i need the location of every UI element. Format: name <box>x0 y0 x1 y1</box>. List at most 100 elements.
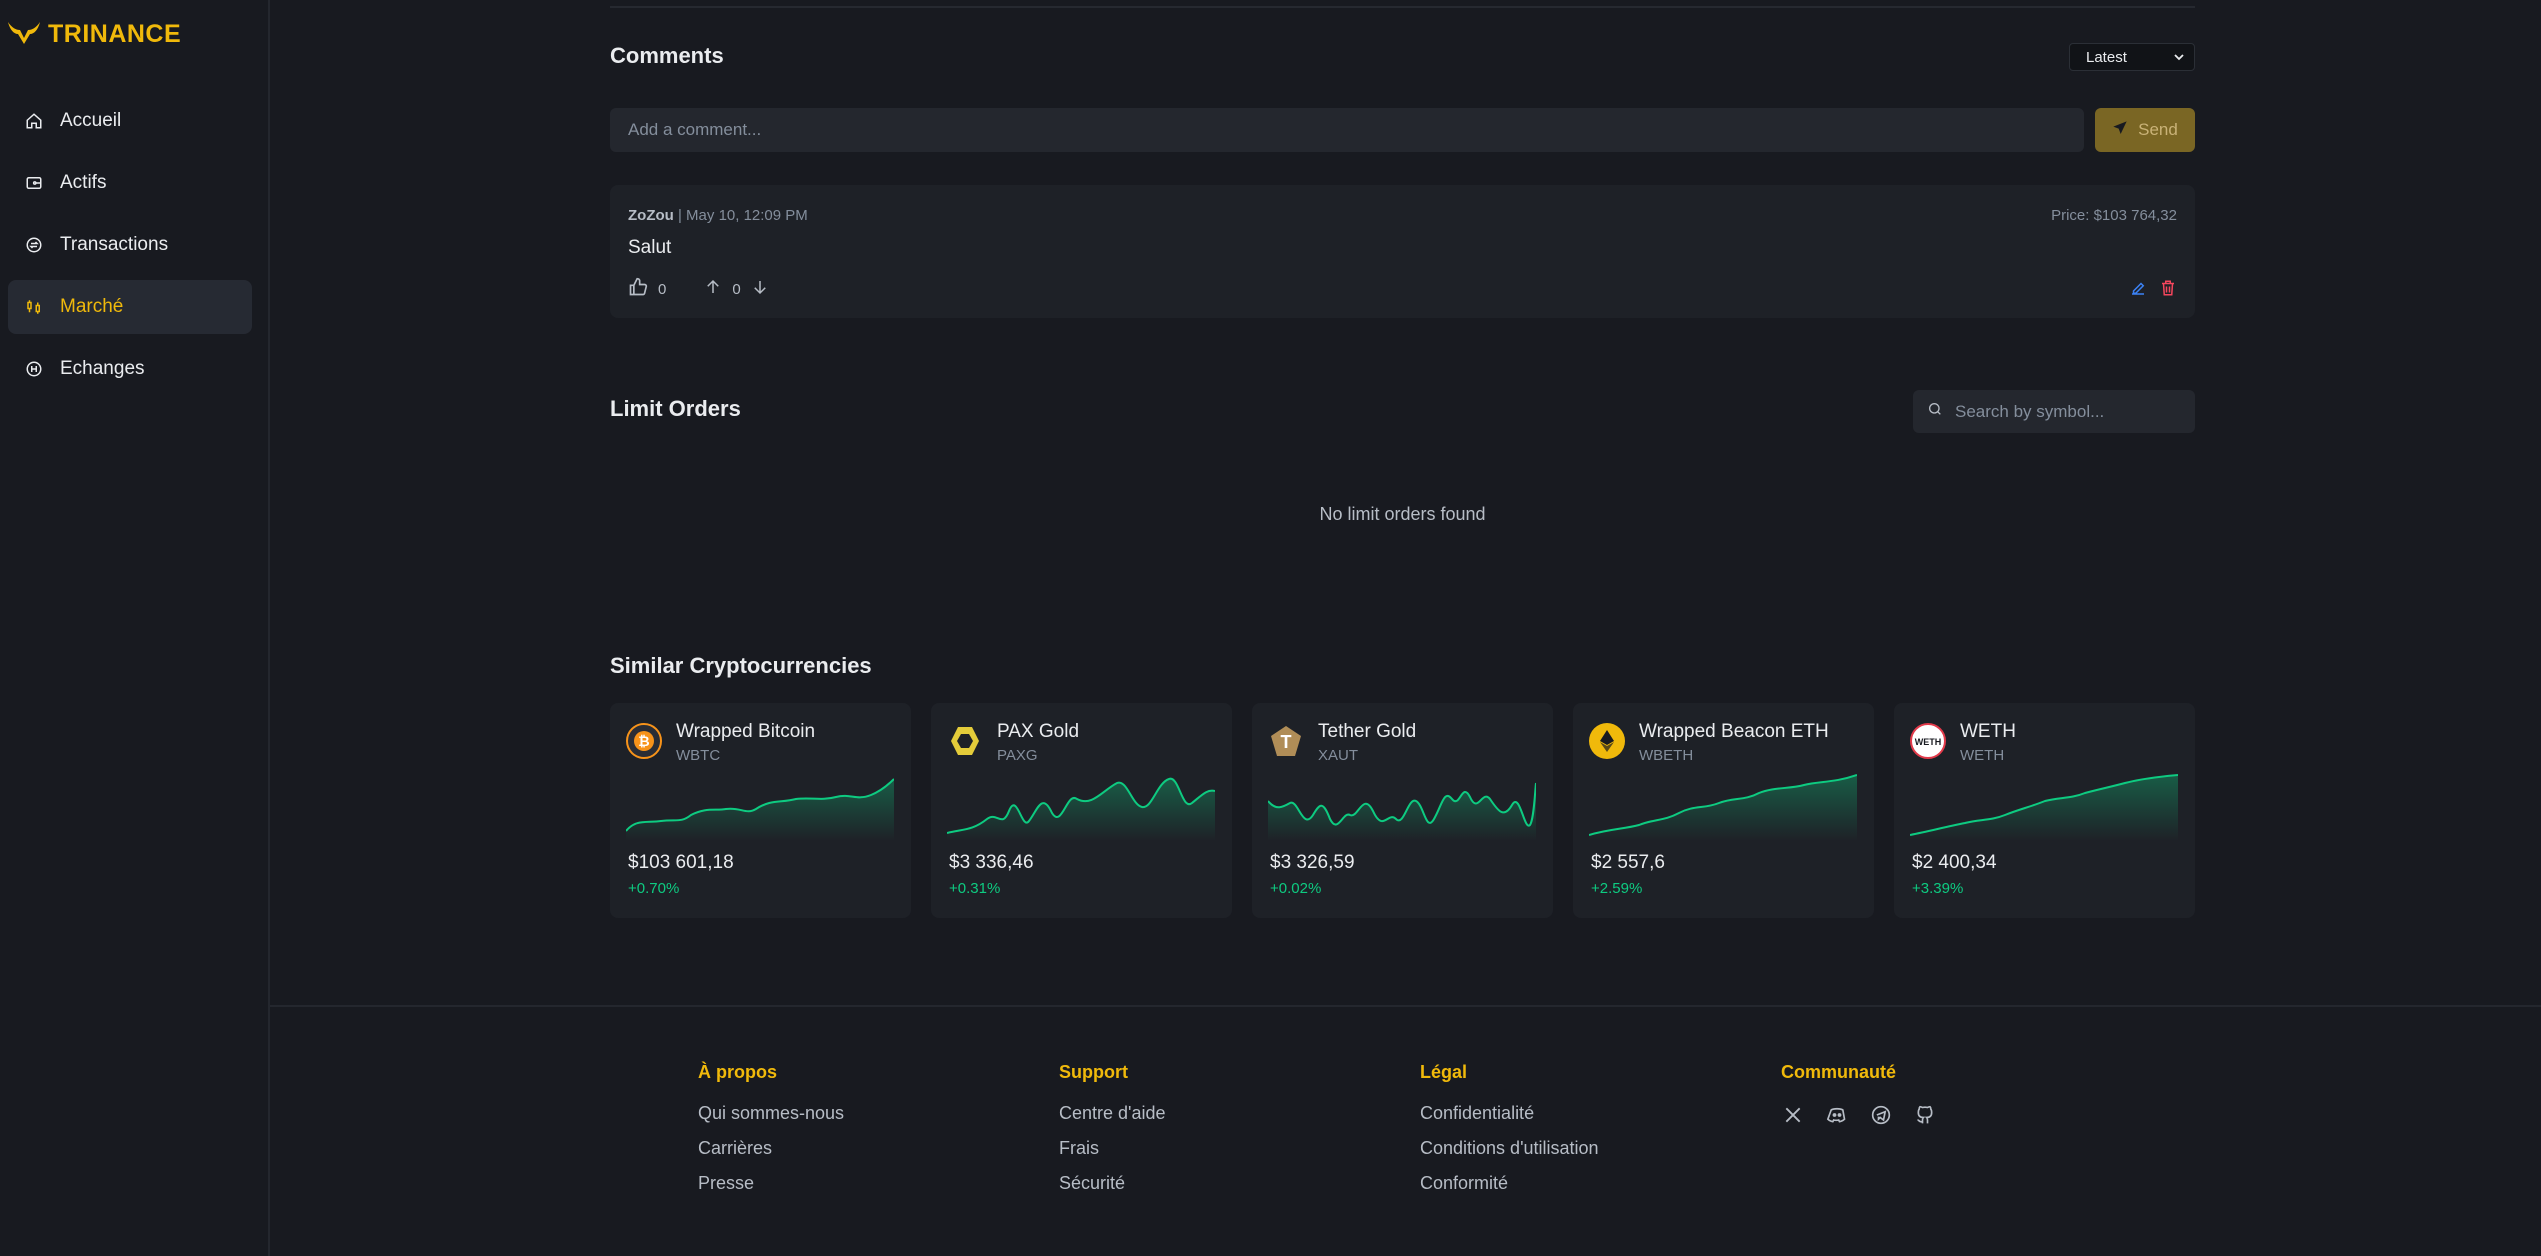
svg-text:T: T <box>1281 732 1292 752</box>
search-icon <box>1927 401 1943 422</box>
crypto-name: Tether Gold <box>1318 721 1417 742</box>
wallet-icon <box>24 173 44 193</box>
sparkline-chart <box>626 778 894 841</box>
send-button[interactable]: Send <box>2095 108 2195 152</box>
crypto-change: +0.31% <box>949 880 1001 897</box>
footer-col-legal: Légal Confidentialité Conditions d'utili… <box>1420 1062 1599 1208</box>
footer-link[interactable]: Presse <box>698 1173 844 1194</box>
send-label: Send <box>2138 120 2178 139</box>
footer-link[interactable]: Centre d'aide <box>1059 1103 1166 1124</box>
bitcoin-icon: ₿ <box>626 723 662 759</box>
github-icon[interactable] <box>1913 1103 1937 1127</box>
comment-author: ZoZou <box>628 207 674 224</box>
downvote-icon[interactable] <box>751 278 769 300</box>
similar-cryptos-title: Similar Cryptocurrencies <box>610 653 872 678</box>
sidebar-item-actifs[interactable]: Actifs <box>8 156 252 210</box>
footer-col-about: À propos Qui sommes-nous Carrières Press… <box>698 1062 844 1208</box>
crypto-price: $3 326,59 <box>1270 852 1355 873</box>
comment-actions: 0 0 <box>628 277 769 301</box>
social-links <box>1781 1103 1937 1127</box>
crypto-symbol: WBETH <box>1639 747 1694 764</box>
sparkline-chart <box>947 777 1215 841</box>
upvote-icon[interactable] <box>704 278 722 300</box>
comments-sort-select[interactable]: Latest <box>2069 43 2195 71</box>
crypto-card-weth[interactable]: WETH WETH WETH $2 400,34 +3.39% <box>1894 703 2195 918</box>
home-icon <box>24 111 44 131</box>
comment-text: Salut <box>628 237 672 258</box>
like-count: 0 <box>658 280 667 298</box>
svg-text:WETH: WETH <box>1915 737 1942 747</box>
divider <box>610 0 2195 8</box>
crypto-symbol: PAXG <box>997 747 1038 764</box>
telegram-icon[interactable] <box>1869 1103 1893 1127</box>
sidebar-item-transactions[interactable]: Transactions <box>8 218 252 272</box>
footer-link[interactable]: Qui sommes-nous <box>698 1103 844 1124</box>
limit-orders-title: Limit Orders <box>610 396 741 421</box>
comments-title: Comments <box>610 43 724 68</box>
sparkline-chart <box>1268 782 1536 841</box>
crypto-card-xaut[interactable]: T Tether Gold XAUT $3 326,59 +0.02% <box>1252 703 1553 918</box>
footer-link[interactable]: Conditions d'utilisation <box>1420 1138 1599 1159</box>
crypto-change: +0.70% <box>628 880 680 897</box>
comment-date: | May 10, 12:09 PM <box>673 207 808 224</box>
search-placeholder: Search by symbol... <box>1955 401 2105 421</box>
edit-icon[interactable] <box>2129 279 2147 302</box>
footer-link[interactable]: Frais <box>1059 1138 1166 1159</box>
footer-link[interactable]: Confidentialité <box>1420 1103 1599 1124</box>
comment-price: Price: $103 764,32 <box>2051 207 2177 224</box>
footer-link[interactable]: Carrières <box>698 1138 844 1159</box>
crypto-name: Wrapped Beacon ETH <box>1639 721 1829 742</box>
sparkline-chart <box>1910 774 2178 841</box>
transactions-icon <box>24 235 44 255</box>
limit-orders-empty: No limit orders found <box>1319 504 1486 524</box>
send-icon <box>2112 120 2128 141</box>
sidebar-item-label: Echanges <box>60 358 145 379</box>
crypto-price: $3 336,46 <box>949 852 1034 873</box>
crypto-symbol: XAUT <box>1318 747 1359 764</box>
discord-icon[interactable] <box>1825 1103 1849 1127</box>
comment-item: ZoZou | May 10, 12:09 PM Price: $103 764… <box>610 185 2195 318</box>
footer-link[interactable]: Conformité <box>1420 1173 1599 1194</box>
crypto-price: $2 400,34 <box>1912 852 1997 873</box>
sidebar-nav: Accueil Actifs Transactions Marché Echan… <box>8 94 252 404</box>
svg-text:₿: ₿ <box>638 733 649 749</box>
x-icon[interactable] <box>1781 1103 1805 1127</box>
sidebar-item-label: Actifs <box>60 172 107 193</box>
tether-gold-icon: T <box>1268 723 1304 759</box>
thumbs-up-icon[interactable] <box>628 277 648 301</box>
sidebar-item-label: Accueil <box>60 110 122 131</box>
crypto-name: WETH <box>1960 721 2016 742</box>
footer-col-community: Communauté <box>1781 1062 1937 1127</box>
sidebar-item-marche[interactable]: Marché <box>8 280 252 334</box>
delete-icon[interactable] <box>2159 279 2177 302</box>
crypto-price: $103 601,18 <box>628 852 734 873</box>
brand-logo[interactable]: TRINANCE <box>6 18 181 51</box>
sidebar-item-label: Transactions <box>60 234 169 255</box>
weth-icon: WETH <box>1910 723 1946 759</box>
bull-logo-icon <box>6 18 42 51</box>
crypto-price: $2 557,6 <box>1591 852 1665 873</box>
sidebar-item-echanges[interactable]: Echanges <box>8 342 252 396</box>
market-icon <box>24 297 44 317</box>
brand-name: TRINANCE <box>48 20 182 48</box>
comment-meta: ZoZou | May 10, 12:09 PM <box>628 207 808 224</box>
sidebar-item-label: Marché <box>60 296 124 317</box>
vote-count: 0 <box>732 280 741 298</box>
ethereum-icon <box>1589 723 1625 759</box>
crypto-change: +3.39% <box>1912 880 1964 897</box>
footer-link[interactable]: Sécurité <box>1059 1173 1166 1194</box>
sort-value: Latest <box>2086 48 2127 66</box>
comment-input[interactable]: Add a comment... <box>610 108 2084 152</box>
crypto-symbol: WBTC <box>676 747 721 764</box>
footer: À propos Qui sommes-nous Carrières Press… <box>270 1005 2541 1256</box>
crypto-card-paxg[interactable]: PAX Gold PAXG $3 336,46 +0.31% <box>931 703 1232 918</box>
footer-col-support: Support Centre d'aide Frais Sécurité <box>1059 1062 1166 1208</box>
footer-heading: Légal <box>1420 1062 1468 1082</box>
similar-cryptos-list: ₿ Wrapped Bitcoin WBTC $103 601,18 +0.70… <box>610 703 2195 918</box>
crypto-card-wbtc[interactable]: ₿ Wrapped Bitcoin WBTC $103 601,18 +0.70… <box>610 703 911 918</box>
symbol-search-input[interactable]: Search by symbol... <box>1913 390 2195 433</box>
crypto-name: Wrapped Bitcoin <box>676 721 816 742</box>
paxg-icon <box>947 723 983 759</box>
sidebar-item-accueil[interactable]: Accueil <box>8 94 252 148</box>
crypto-card-wbeth[interactable]: Wrapped Beacon ETH WBETH $2 557,6 +2.59% <box>1573 703 1874 918</box>
